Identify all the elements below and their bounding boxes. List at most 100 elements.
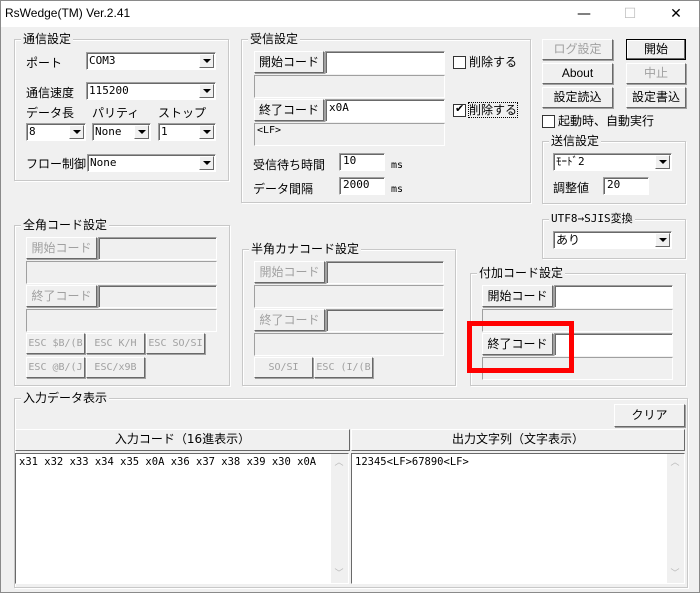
fullwidth-end-code-button[interactable]: 終了コード: [26, 285, 97, 307]
receive-start-delete-checkbox[interactable]: [453, 56, 466, 69]
databits-value: 8: [29, 125, 36, 138]
chevron-down-icon[interactable]: [199, 156, 214, 170]
interval-label: データ間隔: [253, 182, 314, 196]
highlight-box: [467, 321, 574, 373]
baud-label: 通信速度: [26, 86, 75, 100]
adjust-input[interactable]: 20: [603, 177, 649, 195]
clear-button[interactable]: クリア: [614, 404, 685, 427]
append-start-code-input[interactable]: [554, 285, 673, 308]
scroll-down-icon[interactable]: ﹀: [670, 567, 680, 581]
esc-i-b-button[interactable]: ESC (I/(B: [314, 357, 373, 378]
input-display-label: 入力データ表示: [21, 391, 110, 405]
receive-end-code-input[interactable]: x0A: [325, 99, 445, 122]
autorun-label: 起動時、自動実行: [558, 114, 655, 128]
fullwidth-start-code-info: [26, 261, 217, 284]
output-string-header: 出力文字列（文字表示）: [351, 429, 685, 451]
append-code-label: 付加コード設定: [477, 266, 566, 280]
chevron-down-icon[interactable]: [655, 233, 670, 247]
utf8-sjis-select[interactable]: あり: [553, 231, 672, 249]
esc-so-si-button[interactable]: ESC SO/SI: [146, 333, 205, 354]
minimize-button[interactable]: —: [561, 1, 607, 27]
receive-start-delete-label: 削除する: [469, 55, 518, 69]
about-button[interactable]: About: [542, 63, 613, 84]
esc-at-b-j-button[interactable]: ESC @B/(J: [26, 357, 85, 378]
baud-value: 115200: [89, 84, 129, 97]
chevron-down-icon[interactable]: [199, 54, 214, 68]
receive-settings-label: 受信設定: [248, 32, 301, 46]
send-mode-value: ﾓｰﾄﾞ2: [556, 155, 585, 168]
load-settings-button[interactable]: 設定読込: [542, 87, 613, 108]
title-bar: RsWedge(TM) Ver.2.41 — ☐ ✕: [1, 1, 699, 27]
so-si-button[interactable]: SO/SI: [254, 357, 313, 378]
autorun-checkbox[interactable]: [542, 115, 555, 128]
flow-label: フロー制御: [26, 157, 87, 171]
port-label: ポート: [26, 56, 63, 70]
parity-label: パリティ: [92, 106, 140, 120]
receive-end-code-button[interactable]: 終了コード: [254, 99, 324, 121]
start-button[interactable]: 開始: [626, 39, 686, 60]
chevron-down-icon[interactable]: [655, 155, 670, 169]
fullwidth-end-code-input[interactable]: [98, 285, 217, 308]
esc-x9b-button[interactable]: ESC/x9B: [86, 357, 145, 378]
esc-b-b-button[interactable]: ESC $B/(B: [26, 333, 85, 354]
receive-end-delete-label: 削除する: [467, 102, 519, 118]
fullwidth-end-code-info: [26, 309, 217, 332]
append-start-code-button[interactable]: 開始コード: [482, 285, 553, 307]
window-title: RsWedge(TM) Ver.2.41: [5, 6, 131, 20]
chevron-down-icon[interactable]: [199, 125, 214, 139]
output-string-scrollbar[interactable]: ︿ ﹀: [667, 454, 684, 583]
kana-end-code-button[interactable]: 終了コード: [254, 309, 325, 331]
fullwidth-start-code-input[interactable]: [98, 237, 217, 260]
baud-select[interactable]: 115200: [86, 82, 216, 100]
chevron-down-icon[interactable]: [69, 125, 84, 139]
receive-start-code-input[interactable]: [325, 51, 445, 74]
scroll-up-icon[interactable]: ︿: [334, 456, 344, 470]
send-settings-label: 送信設定: [549, 134, 602, 148]
scroll-down-icon[interactable]: ﹀: [334, 567, 344, 581]
databits-label: データ長: [26, 106, 75, 120]
send-mode-select[interactable]: ﾓｰﾄﾞ2: [553, 153, 672, 171]
databits-select[interactable]: 8: [26, 123, 86, 141]
input-code-header: 入力コード（16進表示）: [15, 429, 350, 451]
port-value: COM3: [89, 54, 116, 67]
kana-end-code-input[interactable]: [326, 309, 444, 332]
close-button[interactable]: ✕: [653, 1, 699, 27]
output-string-textarea[interactable]: 12345<LF>67890<LF> ︿ ﹀: [351, 453, 685, 584]
maximize-button[interactable]: ☐: [607, 1, 653, 27]
input-code-scrollbar[interactable]: ︿ ﹀: [331, 454, 348, 583]
scroll-up-icon[interactable]: ︿: [670, 456, 680, 470]
chevron-down-icon[interactable]: [134, 125, 149, 139]
receive-end-delete-checkbox[interactable]: [453, 102, 466, 117]
adjust-label: 調整値: [553, 181, 590, 195]
input-code-content: x31 x32 x33 x34 x35 x0A x36 x37 x38 x39 …: [19, 456, 317, 468]
log-settings-button[interactable]: ログ設定: [542, 39, 613, 60]
halfwidth-kana-label: 半角カナコード設定: [249, 242, 362, 256]
port-select[interactable]: COM3: [86, 52, 216, 70]
stopbits-select[interactable]: 1: [158, 123, 216, 141]
interval-input[interactable]: 2000: [339, 177, 385, 195]
interval-unit: ms: [391, 184, 404, 195]
kana-start-code-input[interactable]: [326, 261, 444, 284]
app-window: RsWedge(TM) Ver.2.41 — ☐ ✕ 通信設定 ポート COM3…: [0, 0, 700, 593]
input-code-textarea[interactable]: x31 x32 x33 x34 x35 x0A x36 x37 x38 x39 …: [15, 453, 349, 584]
wait-time-unit: ms: [391, 160, 404, 171]
save-settings-button[interactable]: 設定書込: [626, 87, 686, 108]
receive-start-code-info: [254, 75, 445, 98]
wait-time-input[interactable]: 10: [339, 153, 385, 171]
esc-k-h-button[interactable]: ESC K/H: [86, 333, 145, 354]
stopbits-label: ストップ: [158, 106, 207, 120]
fullwidth-start-code-button[interactable]: 開始コード: [26, 237, 97, 259]
parity-select[interactable]: None: [92, 123, 151, 141]
utf8-sjis-value: あり: [556, 233, 581, 247]
flow-select[interactable]: None: [87, 154, 216, 172]
stopbits-value: 1: [161, 125, 168, 138]
kana-start-code-info: [254, 285, 444, 308]
kana-start-code-button[interactable]: 開始コード: [254, 261, 325, 283]
chevron-down-icon[interactable]: [199, 84, 214, 98]
comm-settings-label: 通信設定: [21, 32, 74, 46]
wait-time-label: 受信待ち時間: [253, 158, 326, 172]
receive-start-code-button[interactable]: 開始コード: [254, 51, 324, 73]
utf8-sjis-label: UTF8→SJIS変換: [549, 212, 635, 226]
flow-value: None: [90, 156, 117, 169]
stop-button[interactable]: 中止: [626, 63, 686, 84]
